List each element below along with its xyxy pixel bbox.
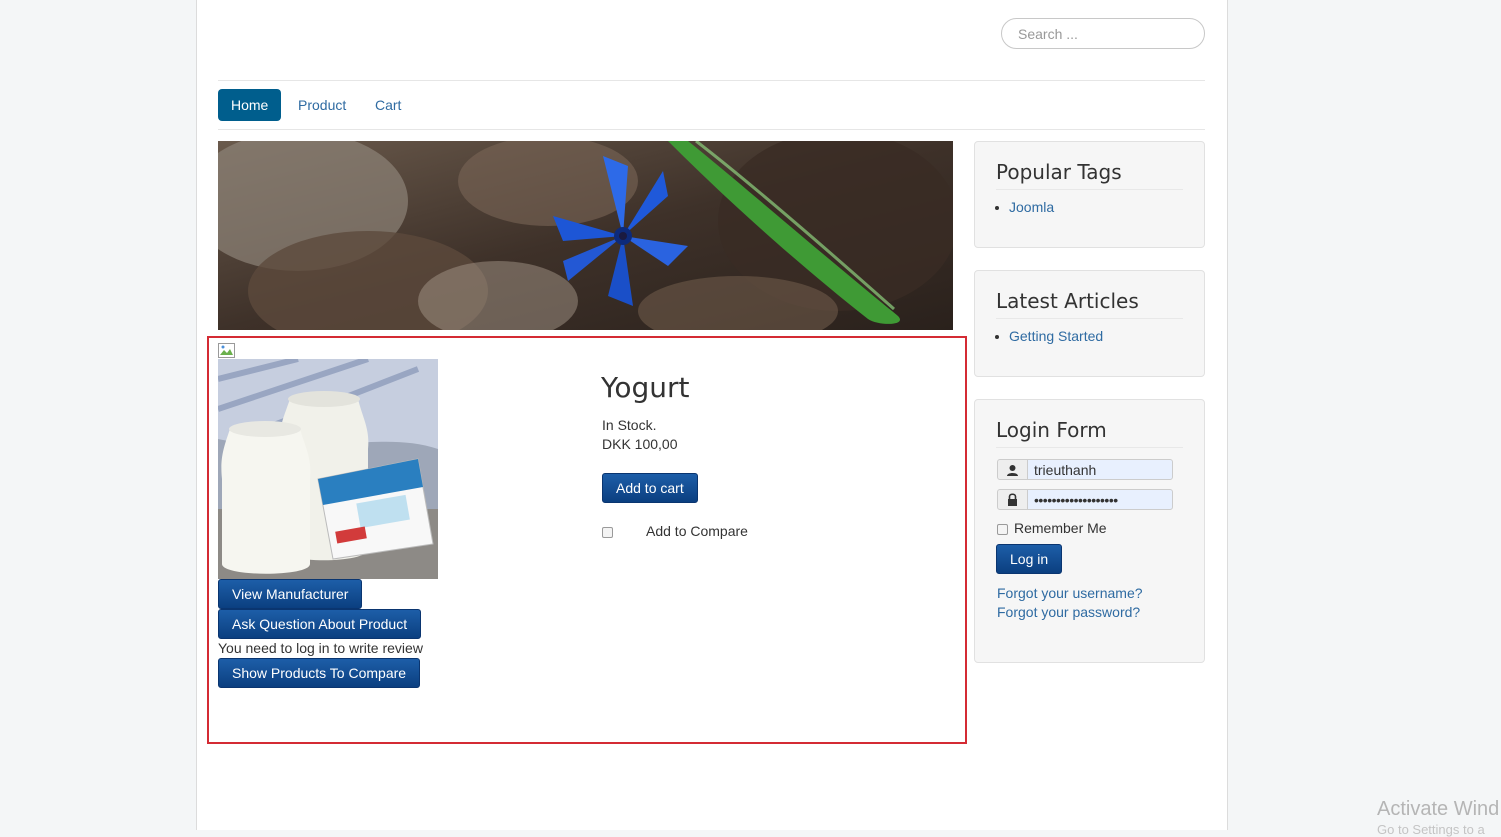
article-link-getting-started[interactable]: Getting Started xyxy=(994,328,1103,344)
product-image[interactable] xyxy=(218,359,438,579)
nav-cart[interactable]: Cart xyxy=(362,89,414,121)
nav-divider xyxy=(218,129,1205,130)
password-group xyxy=(997,489,1173,510)
tag-link-joomla[interactable]: Joomla xyxy=(994,199,1054,215)
compare-checkbox[interactable] xyxy=(602,527,613,538)
nav-home[interactable]: Home xyxy=(218,89,282,121)
product-title: Yogurt xyxy=(601,371,690,404)
popular-tags-module: Popular Tags Joomla xyxy=(974,141,1205,248)
login-form-title: Login Form xyxy=(996,418,1183,448)
popular-tags-title: Popular Tags xyxy=(996,160,1183,190)
username-group xyxy=(997,459,1173,480)
review-login-note: You need to log in to write review xyxy=(218,640,423,656)
search-input[interactable] xyxy=(1001,18,1205,49)
password-field[interactable] xyxy=(1027,489,1173,510)
add-to-cart-button[interactable]: Add to cart xyxy=(602,473,698,503)
nav-product[interactable]: Product xyxy=(285,89,359,121)
stock-status: In Stock. xyxy=(602,417,657,433)
banner-image xyxy=(218,141,953,330)
forgot-password-link[interactable]: Forgot your password? xyxy=(997,604,1140,620)
ask-question-button[interactable]: Ask Question About Product xyxy=(218,609,422,639)
remember-me-checkbox[interactable] xyxy=(997,524,1008,535)
header-divider xyxy=(218,80,1205,81)
activation-watermark: Activate Wind xyxy=(1377,798,1500,820)
view-manufacturer-button[interactable]: View Manufacturer xyxy=(218,579,363,609)
latest-articles-title: Latest Articles xyxy=(996,289,1183,319)
forgot-username-link[interactable]: Forgot your username? xyxy=(997,585,1143,601)
login-form-module: Login Form Remember Me Log in Forgot you… xyxy=(974,399,1205,663)
broken-image-icon xyxy=(218,343,235,358)
user-icon xyxy=(997,459,1028,480)
login-button[interactable]: Log in xyxy=(996,544,1063,574)
username-field[interactable] xyxy=(1027,459,1173,480)
show-compare-button[interactable]: Show Products To Compare xyxy=(218,658,421,688)
lock-icon xyxy=(997,489,1028,510)
product-price: DKK 100,00 xyxy=(602,436,678,452)
latest-articles-module: Latest Articles Getting Started xyxy=(974,270,1205,377)
remember-me-label: Remember Me xyxy=(1014,520,1107,536)
compare-label: Add to Compare xyxy=(646,523,748,539)
